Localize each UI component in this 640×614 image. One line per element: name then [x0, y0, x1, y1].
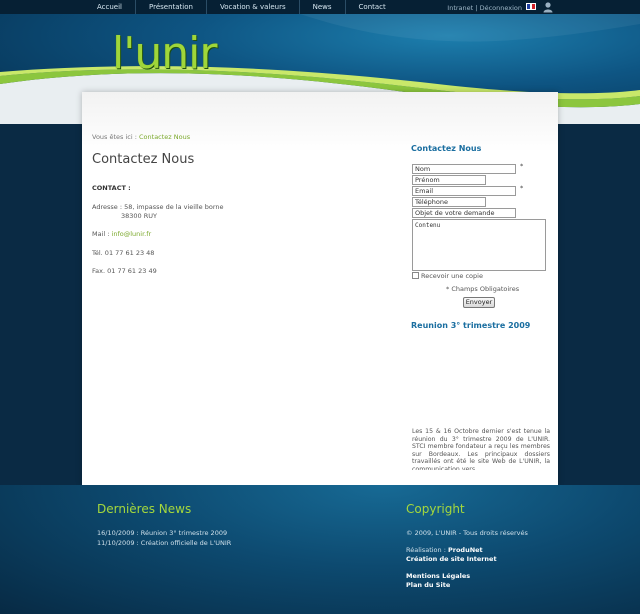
realisation-line: Réalisation : ProduNet: [406, 546, 483, 554]
email-input[interactable]: [412, 186, 516, 196]
address-line-1: Adresse : 58, impasse de la vieille born…: [92, 203, 224, 211]
nav-accueil[interactable]: Accueil: [84, 0, 136, 14]
realisation-sub-link[interactable]: Création de site Internet: [406, 555, 497, 563]
news-block-title[interactable]: Reunion 3° trimestre 2009: [411, 321, 530, 330]
main-nav: Accueil Présentation Vocation & valeurs …: [84, 0, 399, 14]
breadcrumb-current[interactable]: Contactez Nous: [139, 133, 190, 141]
nav-contact[interactable]: Contact: [346, 0, 399, 14]
mandatory-note: * Champs Obligatoires: [446, 285, 520, 293]
news-block-text: Les 15 & 16 Octobre dernier s'est tenue …: [412, 428, 550, 470]
footer-news-item[interactable]: 16/10/2009 : Réunion 3° trimestre 2009: [97, 529, 227, 537]
plan-du-site-link[interactable]: Plan du Site: [406, 581, 450, 589]
address: Adresse : 58, impasse de la vieille born…: [92, 203, 224, 221]
site-footer: Dernières News 16/10/2009 : Réunion 3° t…: [0, 485, 640, 614]
mentions-legales-link[interactable]: Mentions Légales: [406, 572, 470, 580]
address-line-2: 38300 RUY: [121, 212, 157, 220]
mentions-legales-item[interactable]: Mentions Légales: [406, 572, 470, 580]
copy-checkbox[interactable]: [412, 272, 419, 279]
top-bar: Accueil Présentation Vocation & valeurs …: [0, 0, 640, 14]
french-flag-icon[interactable]: [526, 3, 536, 10]
telephone-input[interactable]: [412, 197, 486, 207]
top-links-separator: |: [475, 4, 478, 12]
phone-number: Tél. 01 77 61 23 48: [92, 249, 155, 257]
contact-heading: CONTACT :: [92, 184, 131, 192]
footer-news-link-1[interactable]: 16/10/2009 : Réunion 3° trimestre 2009: [97, 529, 227, 537]
mail-line: Mail : info@lunir.fr: [92, 230, 151, 238]
content-panel: Vous êtes ici : Contactez Nous Contactez…: [82, 92, 558, 485]
copyright-text: © 2009, L'UNIR - Tous droits réservés: [406, 529, 528, 537]
fax-number: Fax. 01 77 61 23 49: [92, 267, 157, 275]
footer-copyright-title: Copyright: [406, 502, 465, 516]
realisation-subtitle[interactable]: Création de site Internet: [406, 555, 497, 563]
nav-vocation-valeurs[interactable]: Vocation & valeurs: [207, 0, 300, 14]
mail-label: Mail :: [92, 230, 110, 238]
breadcrumb-prefix: Vous êtes ici :: [92, 133, 137, 141]
objet-input[interactable]: [412, 208, 516, 218]
logout-link[interactable]: Déconnexion: [480, 4, 522, 12]
send-button[interactable]: Envoyer: [463, 297, 495, 308]
prenom-input[interactable]: [412, 175, 486, 185]
copy-label: Recevoir une copie: [421, 272, 483, 280]
realisation-label: Réalisation :: [406, 546, 446, 554]
nom-input[interactable]: [412, 164, 516, 174]
email-required-mark: *: [520, 184, 524, 192]
intranet-link[interactable]: Intranet: [447, 4, 473, 12]
contenu-textarea[interactable]: Contenu: [412, 219, 546, 271]
realisation-link[interactable]: ProduNet: [448, 546, 483, 554]
site-logo[interactable]: l'unir: [112, 28, 217, 79]
top-links: Intranet | Déconnexion: [447, 2, 522, 14]
nom-required-mark: *: [520, 162, 524, 170]
form-title: Contactez Nous: [411, 144, 482, 153]
breadcrumb: Vous êtes ici : Contactez Nous: [92, 133, 190, 141]
nav-presentation[interactable]: Présentation: [136, 0, 207, 14]
nav-news[interactable]: News: [300, 0, 346, 14]
user-icon[interactable]: [542, 1, 554, 13]
footer-news-item[interactable]: 11/10/2009 : Création officielle de L'UN…: [97, 539, 231, 547]
footer-news-link-2[interactable]: 11/10/2009 : Création officielle de L'UN…: [97, 539, 231, 547]
plan-du-site-item[interactable]: Plan du Site: [406, 581, 450, 589]
page-title: Contactez Nous: [92, 152, 195, 167]
mail-link[interactable]: info@lunir.fr: [112, 230, 152, 238]
footer-news-title: Dernières News: [97, 502, 192, 516]
